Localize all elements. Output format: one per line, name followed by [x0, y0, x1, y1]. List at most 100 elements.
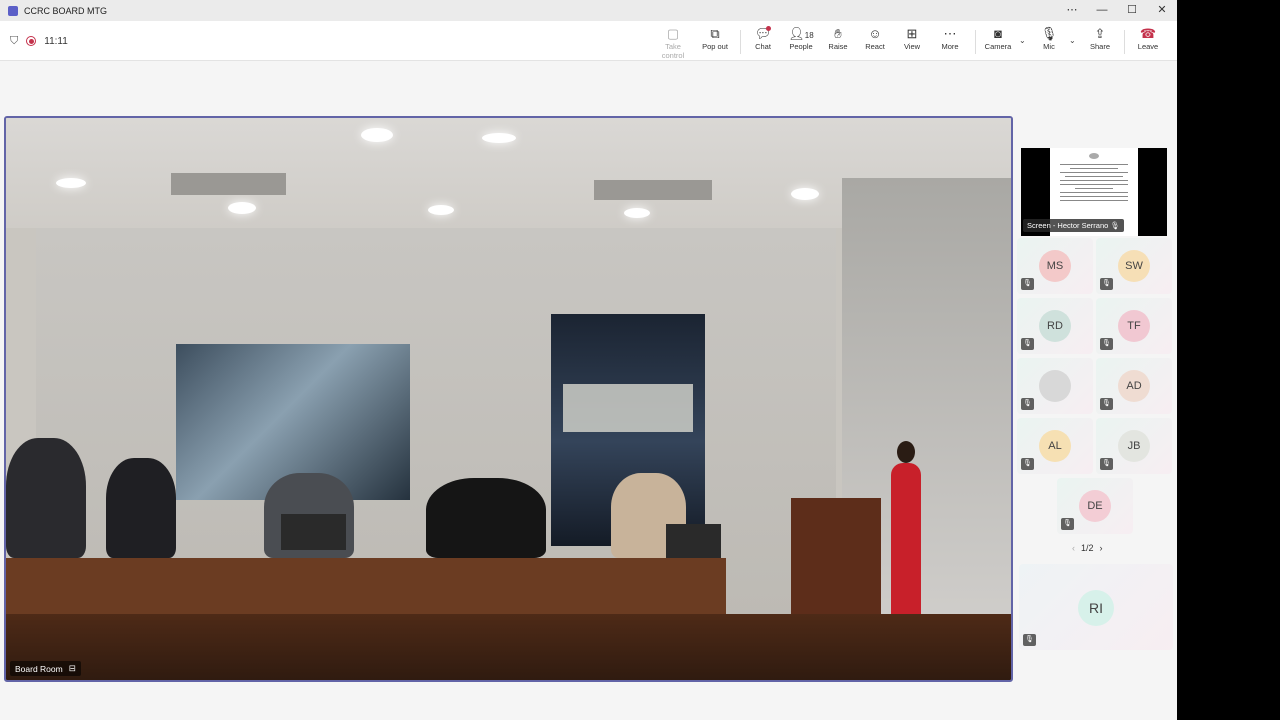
board-member [6, 438, 86, 558]
toolbar-divider [740, 30, 741, 54]
recording-icon [26, 36, 37, 46]
board-member [106, 458, 176, 558]
participant-tile[interactable]: AL 🎙︎ [1017, 418, 1093, 474]
prev-page-button[interactable]: ‹ [1072, 543, 1075, 553]
view-grid-icon: ⊞ [906, 26, 918, 41]
participant-avatar: RI [1078, 590, 1114, 626]
room-name: Board Room [15, 663, 63, 674]
participant-pager: ‹ 1/2 › [1072, 543, 1103, 553]
mic-options-chevron-icon[interactable]: ⌄ [1069, 36, 1076, 45]
people-button[interactable]: 👤︎18 People [780, 26, 822, 51]
mic-off-icon: 🎙︎ [1021, 458, 1034, 470]
participant-avatar: SW [1118, 250, 1150, 282]
maximize-button[interactable]: ☐ [1117, 0, 1147, 21]
raise-label: Raise [828, 42, 848, 51]
more-options-icon[interactable]: ⋯ [1057, 0, 1087, 21]
camera-label: Camera [984, 42, 1012, 51]
hang-up-icon: ☎︎ [1139, 26, 1157, 41]
view-button[interactable]: ⊞ View [892, 26, 932, 51]
ceiling-light [428, 205, 454, 215]
participant-avatar: AL [1039, 430, 1071, 462]
meeting-timer: 11:11 [44, 35, 68, 47]
raise-hand-button[interactable]: ✋︎ Raise [818, 26, 858, 51]
pop-out-icon: ⧉ [710, 26, 720, 41]
ceiling-vent [594, 180, 712, 200]
mic-off-icon: 🎙︎ [1100, 458, 1113, 470]
pop-out-button[interactable]: ⧉ Pop out [695, 26, 735, 51]
screen-share-tile[interactable]: Screen - Hector Serrano 🎙︎ [1021, 148, 1167, 236]
react-icon: ☺ [868, 26, 882, 41]
ceiling-light [56, 178, 86, 188]
chat-label: Chat [755, 42, 771, 51]
shield-icon[interactable]: ⛉ [10, 35, 18, 48]
presenter [891, 441, 921, 618]
camera-off-icon: ◙ [994, 26, 1002, 41]
participant-photo-avatar [1039, 370, 1071, 402]
react-label: React [865, 42, 885, 51]
room-device-icon: ⊟ [68, 663, 76, 673]
participant-tile[interactable]: RI 🎙︎ [1019, 564, 1173, 650]
mic-off-icon: 🎙︎ [1100, 398, 1113, 410]
participant-tile[interactable]: 🎙︎ [1017, 358, 1093, 414]
share-button[interactable]: ⇪ Share [1080, 26, 1120, 51]
podium [791, 498, 881, 618]
people-icon: 👤︎18 [788, 26, 814, 41]
participant-tile[interactable]: JB 🎙︎ [1096, 418, 1172, 474]
participant-tile[interactable]: SW 🎙︎ [1096, 238, 1172, 294]
title-bar: CCRC BOARD MTG [0, 0, 1177, 21]
toolbar-divider [1124, 30, 1125, 54]
participant-avatar: DE [1079, 490, 1111, 522]
chat-button[interactable]: 💬︎ Chat [743, 26, 783, 51]
participant-tile[interactable]: AD 🎙︎ [1096, 358, 1172, 414]
take-control-icon: ▢ [666, 26, 680, 41]
ceiling-vent [171, 173, 286, 195]
camera-button[interactable]: ◙ Camera [978, 26, 1018, 51]
participant-avatar: AD [1118, 370, 1150, 402]
take-control-label: Take control [661, 42, 685, 60]
share-icon: ⇪ [1094, 26, 1106, 41]
main-video-stage[interactable]: Board Room ⊟ [4, 116, 1013, 682]
participant-avatar: JB [1118, 430, 1150, 462]
window-title: CCRC BOARD MTG [24, 5, 107, 16]
participant-avatar: TF [1118, 310, 1150, 342]
camera-options-chevron-icon[interactable]: ⌄ [1019, 36, 1026, 45]
screen-share-name: Screen - Hector Serrano [1027, 221, 1109, 230]
participant-tile[interactable]: TF 🎙︎ [1096, 298, 1172, 354]
participant-tile[interactable]: RD 🎙︎ [1017, 298, 1093, 354]
screen-share-label: Screen - Hector Serrano 🎙︎ [1023, 219, 1124, 232]
close-button[interactable]: ✕ [1147, 0, 1177, 21]
mic-button[interactable]: 🎙︎ Mic [1029, 26, 1069, 51]
conference-table [6, 558, 726, 614]
mic-off-icon: 🎙︎ [1021, 278, 1034, 290]
ceiling-light [624, 208, 650, 218]
share-label: Share [1089, 42, 1110, 51]
react-button[interactable]: ☺ React [855, 26, 895, 51]
more-icon: ⋯ [943, 26, 957, 41]
ceiling-light [482, 133, 516, 143]
more-button[interactable]: ⋯ More [930, 26, 970, 51]
mic-label: Mic [1043, 42, 1055, 51]
next-page-button[interactable]: › [1100, 543, 1103, 553]
mic-off-icon: 🎙︎ [1100, 278, 1113, 290]
unread-badge [766, 26, 771, 31]
mic-off-icon: 🎙︎ [1100, 338, 1113, 350]
ceiling-light [361, 128, 393, 142]
mic-off-icon: 🎙︎ [1021, 398, 1034, 410]
participant-tile[interactable]: DE 🎙︎ [1057, 478, 1133, 534]
participant-avatar: RD [1039, 310, 1071, 342]
page-indicator: 1/2 [1081, 543, 1094, 553]
view-label: View [903, 42, 921, 51]
toolbar-divider [975, 30, 976, 54]
minimize-button[interactable]: — [1087, 0, 1117, 21]
chat-icon: 💬︎ [754, 26, 772, 41]
leave-button[interactable]: ☎︎ Leave [1128, 26, 1168, 51]
mic-off-icon: 🎙︎ [1110, 221, 1120, 230]
mic-off-icon: 🎙︎ [1040, 26, 1058, 41]
take-control-button[interactable]: ▢ Take control [653, 26, 693, 60]
people-count: 18 [804, 31, 814, 40]
participant-tile[interactable]: MS 🎙︎ [1017, 238, 1093, 294]
ceiling-light [791, 188, 819, 200]
meeting-toolbar: ⛉ 11:11 ▢ Take control ⧉ Pop out 💬︎ Chat… [0, 21, 1177, 61]
mic-off-icon: 🎙︎ [1061, 518, 1074, 530]
laptop [666, 524, 721, 560]
